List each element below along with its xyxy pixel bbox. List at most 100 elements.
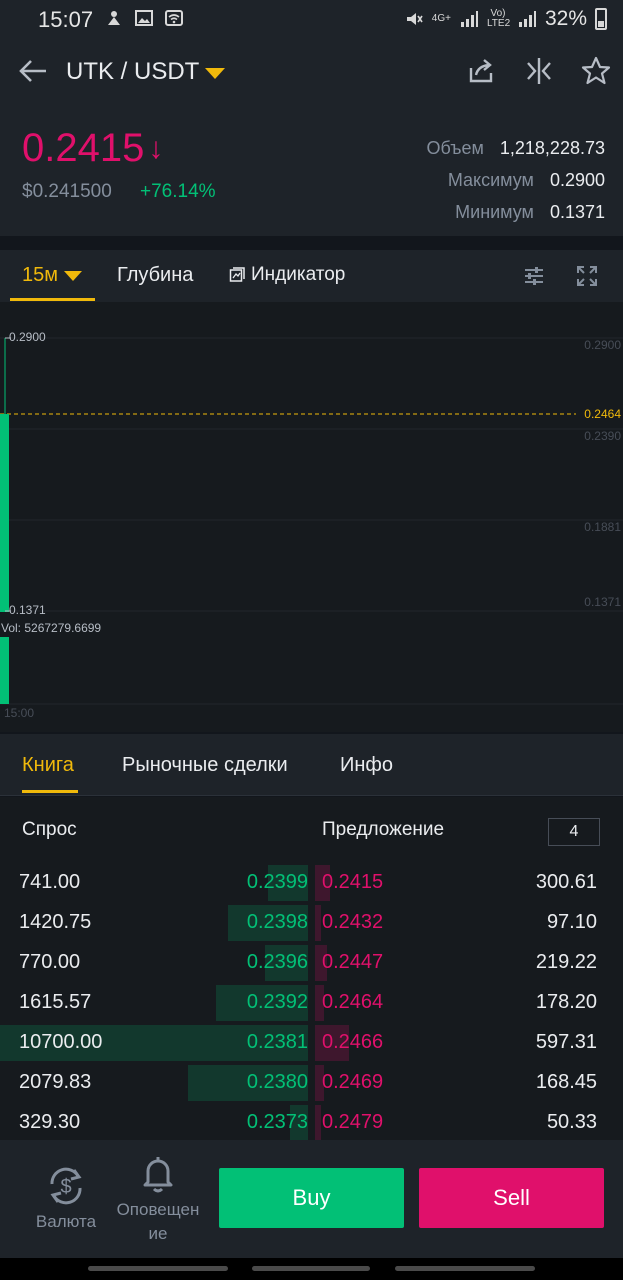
network-volte: Vo) LTE2	[486, 8, 511, 29]
status-bar: 15:07 4G+ Vo) LTE2 32%	[0, 0, 623, 38]
ask-depth-bar	[315, 1105, 321, 1140]
mute-icon	[406, 13, 423, 25]
ask-header: Предложение	[322, 819, 445, 840]
stat-high: Максимум 0.2900	[447, 169, 605, 190]
nav-alerts-label-1: Оповещен	[116, 1200, 200, 1219]
ask-quantity: 97.10	[546, 911, 597, 933]
bid-price: 0.2399	[246, 871, 308, 893]
book-row[interactable]: 10700.00 0.2381 0.2466 597.31	[0, 1021, 623, 1061]
signal-icon-2	[518, 11, 536, 27]
bell-icon	[143, 1157, 173, 1193]
book-row[interactable]: 770.00 0.2396 0.2447 219.22	[0, 941, 623, 981]
ask-quantity: 178.20	[535, 991, 597, 1013]
ask-price: 0.2464	[322, 991, 384, 1013]
wifi-call-icon	[165, 10, 183, 26]
tab-market-trades[interactable]: Рыночные сделки	[122, 754, 288, 777]
ask-depth-bar	[315, 905, 321, 941]
bid-quantity: 741.00	[19, 871, 81, 893]
ask-price: 0.2466	[322, 1031, 384, 1053]
y-axis-label: 0.1881	[584, 520, 621, 534]
bid-quantity: 10700.00	[19, 1031, 103, 1053]
ask-quantity: 300.61	[535, 871, 597, 893]
chart-toolbar: 15м Глубина Индикатор	[0, 250, 623, 302]
market-stats: Объем 1,218,228.73 Максимум 0.2900 Минимум…	[365, 132, 605, 228]
tab-interval[interactable]: 15м	[22, 264, 82, 287]
bid-quantity: 329.30	[19, 1111, 81, 1133]
book-tab-underline	[22, 790, 78, 793]
y-axis-label: 0.1371	[584, 595, 621, 609]
tab-indicator[interactable]: Индикатор	[229, 264, 345, 286]
share-icon[interactable]	[466, 56, 496, 86]
compare-icon[interactable]	[524, 56, 554, 86]
bid-quantity: 1420.75	[19, 911, 92, 933]
pair-selector[interactable]: UTK / USDT	[66, 58, 226, 86]
system-nav-bar	[0, 1258, 623, 1280]
notification-icon	[108, 11, 120, 25]
back-arrow-icon[interactable]	[18, 58, 48, 84]
svg-text:$: $	[60, 1176, 71, 1198]
sell-button[interactable]: Sell	[419, 1168, 604, 1228]
book-row[interactable]: 2079.83 0.2380 0.2469 168.45	[0, 1061, 623, 1101]
ask-price: 0.2469	[322, 1071, 384, 1093]
low-marker: 0.1371	[9, 603, 46, 617]
caret-down-icon	[64, 270, 82, 281]
candle-body	[0, 414, 9, 612]
market-header: UTK / USDT 0.2415 ↓ $0.241500 +76.14% Об…	[0, 38, 623, 236]
stat-low: Минимум 0.1371	[455, 201, 605, 222]
price-chart[interactable]: 0.2900 0.2390 0.1881 0.1371 0.2464 0.290…	[0, 302, 623, 732]
nav-currency-label: Валюта	[35, 1212, 97, 1231]
ask-price: 0.2415	[322, 871, 384, 893]
ask-quantity: 219.22	[535, 951, 597, 973]
ask-quantity: 168.45	[535, 1071, 597, 1093]
depth-selector[interactable]: 4	[548, 818, 600, 846]
buy-button[interactable]: Buy	[219, 1168, 404, 1228]
indicator-icon	[229, 267, 245, 282]
signal-icon	[460, 11, 478, 27]
nav-pill	[252, 1266, 370, 1271]
down-arrow-icon: ↓	[148, 131, 164, 165]
bottom-bar: $ Валюта Оповещен ие Buy Sell	[0, 1140, 623, 1258]
order-book: Спрос Предложение 4 741.00 0.2399 0.2415 30…	[0, 797, 623, 1140]
book-row[interactable]: 1420.75 0.2398 0.2432 97.10	[0, 901, 623, 941]
fullscreen-icon[interactable]	[576, 265, 598, 287]
chart-canvas	[0, 337, 623, 705]
stat-volume: Объем 1,218,228.73	[426, 137, 605, 158]
bid-price: 0.2392	[246, 991, 308, 1013]
battery-percent: 32%	[544, 7, 587, 30]
network-4g: 4G+	[431, 13, 451, 24]
ask-price: 0.2479	[322, 1111, 384, 1133]
nav-currency[interactable]: $ Валюта	[30, 1164, 102, 1232]
tab-info[interactable]: Инфо	[340, 754, 393, 777]
book-row[interactable]: 1615.57 0.2392 0.2464 178.20	[0, 981, 623, 1021]
tab-depth[interactable]: Глубина	[117, 264, 193, 287]
bid-price: 0.2381	[246, 1031, 308, 1053]
ask-price: 0.2447	[322, 951, 384, 973]
nav-alerts[interactable]: Оповещен ие	[112, 1154, 204, 1246]
status-time: 15:07	[38, 7, 94, 32]
bid-price: 0.2396	[246, 951, 308, 973]
star-icon[interactable]	[581, 56, 611, 86]
tab-order-book[interactable]: Книга	[22, 754, 74, 777]
time-axis-label: 15:00	[4, 706, 35, 720]
book-row[interactable]: 329.30 0.2373 0.2479 50.33	[0, 1101, 623, 1140]
nav-alerts-label-2: ие	[148, 1224, 168, 1243]
settings-sliders-icon[interactable]	[522, 264, 546, 288]
currency-exchange-icon: $	[50, 1167, 82, 1205]
price-change: +76.14%	[140, 181, 216, 202]
image-icon	[135, 10, 153, 26]
nav-pill	[395, 1266, 535, 1271]
bid-quantity: 1615.57	[19, 991, 92, 1013]
caret-down-icon	[205, 67, 226, 79]
volume-label: Vol: 5267279.6699	[1, 621, 102, 635]
last-price: 0.2415 ↓	[22, 126, 164, 170]
volume-bar	[0, 637, 9, 704]
interval-underline	[10, 298, 95, 301]
last-price-label: 0.2464	[584, 407, 621, 421]
book-row[interactable]: 741.00 0.2399 0.2415 300.61	[0, 861, 623, 901]
nav-pill	[88, 1266, 228, 1271]
usd-price: $0.241500	[22, 181, 112, 202]
battery-icon	[595, 8, 607, 30]
ask-quantity: 50.33	[546, 1111, 597, 1133]
ask-quantity: 597.31	[535, 1031, 597, 1053]
bid-price: 0.2380	[246, 1071, 308, 1093]
